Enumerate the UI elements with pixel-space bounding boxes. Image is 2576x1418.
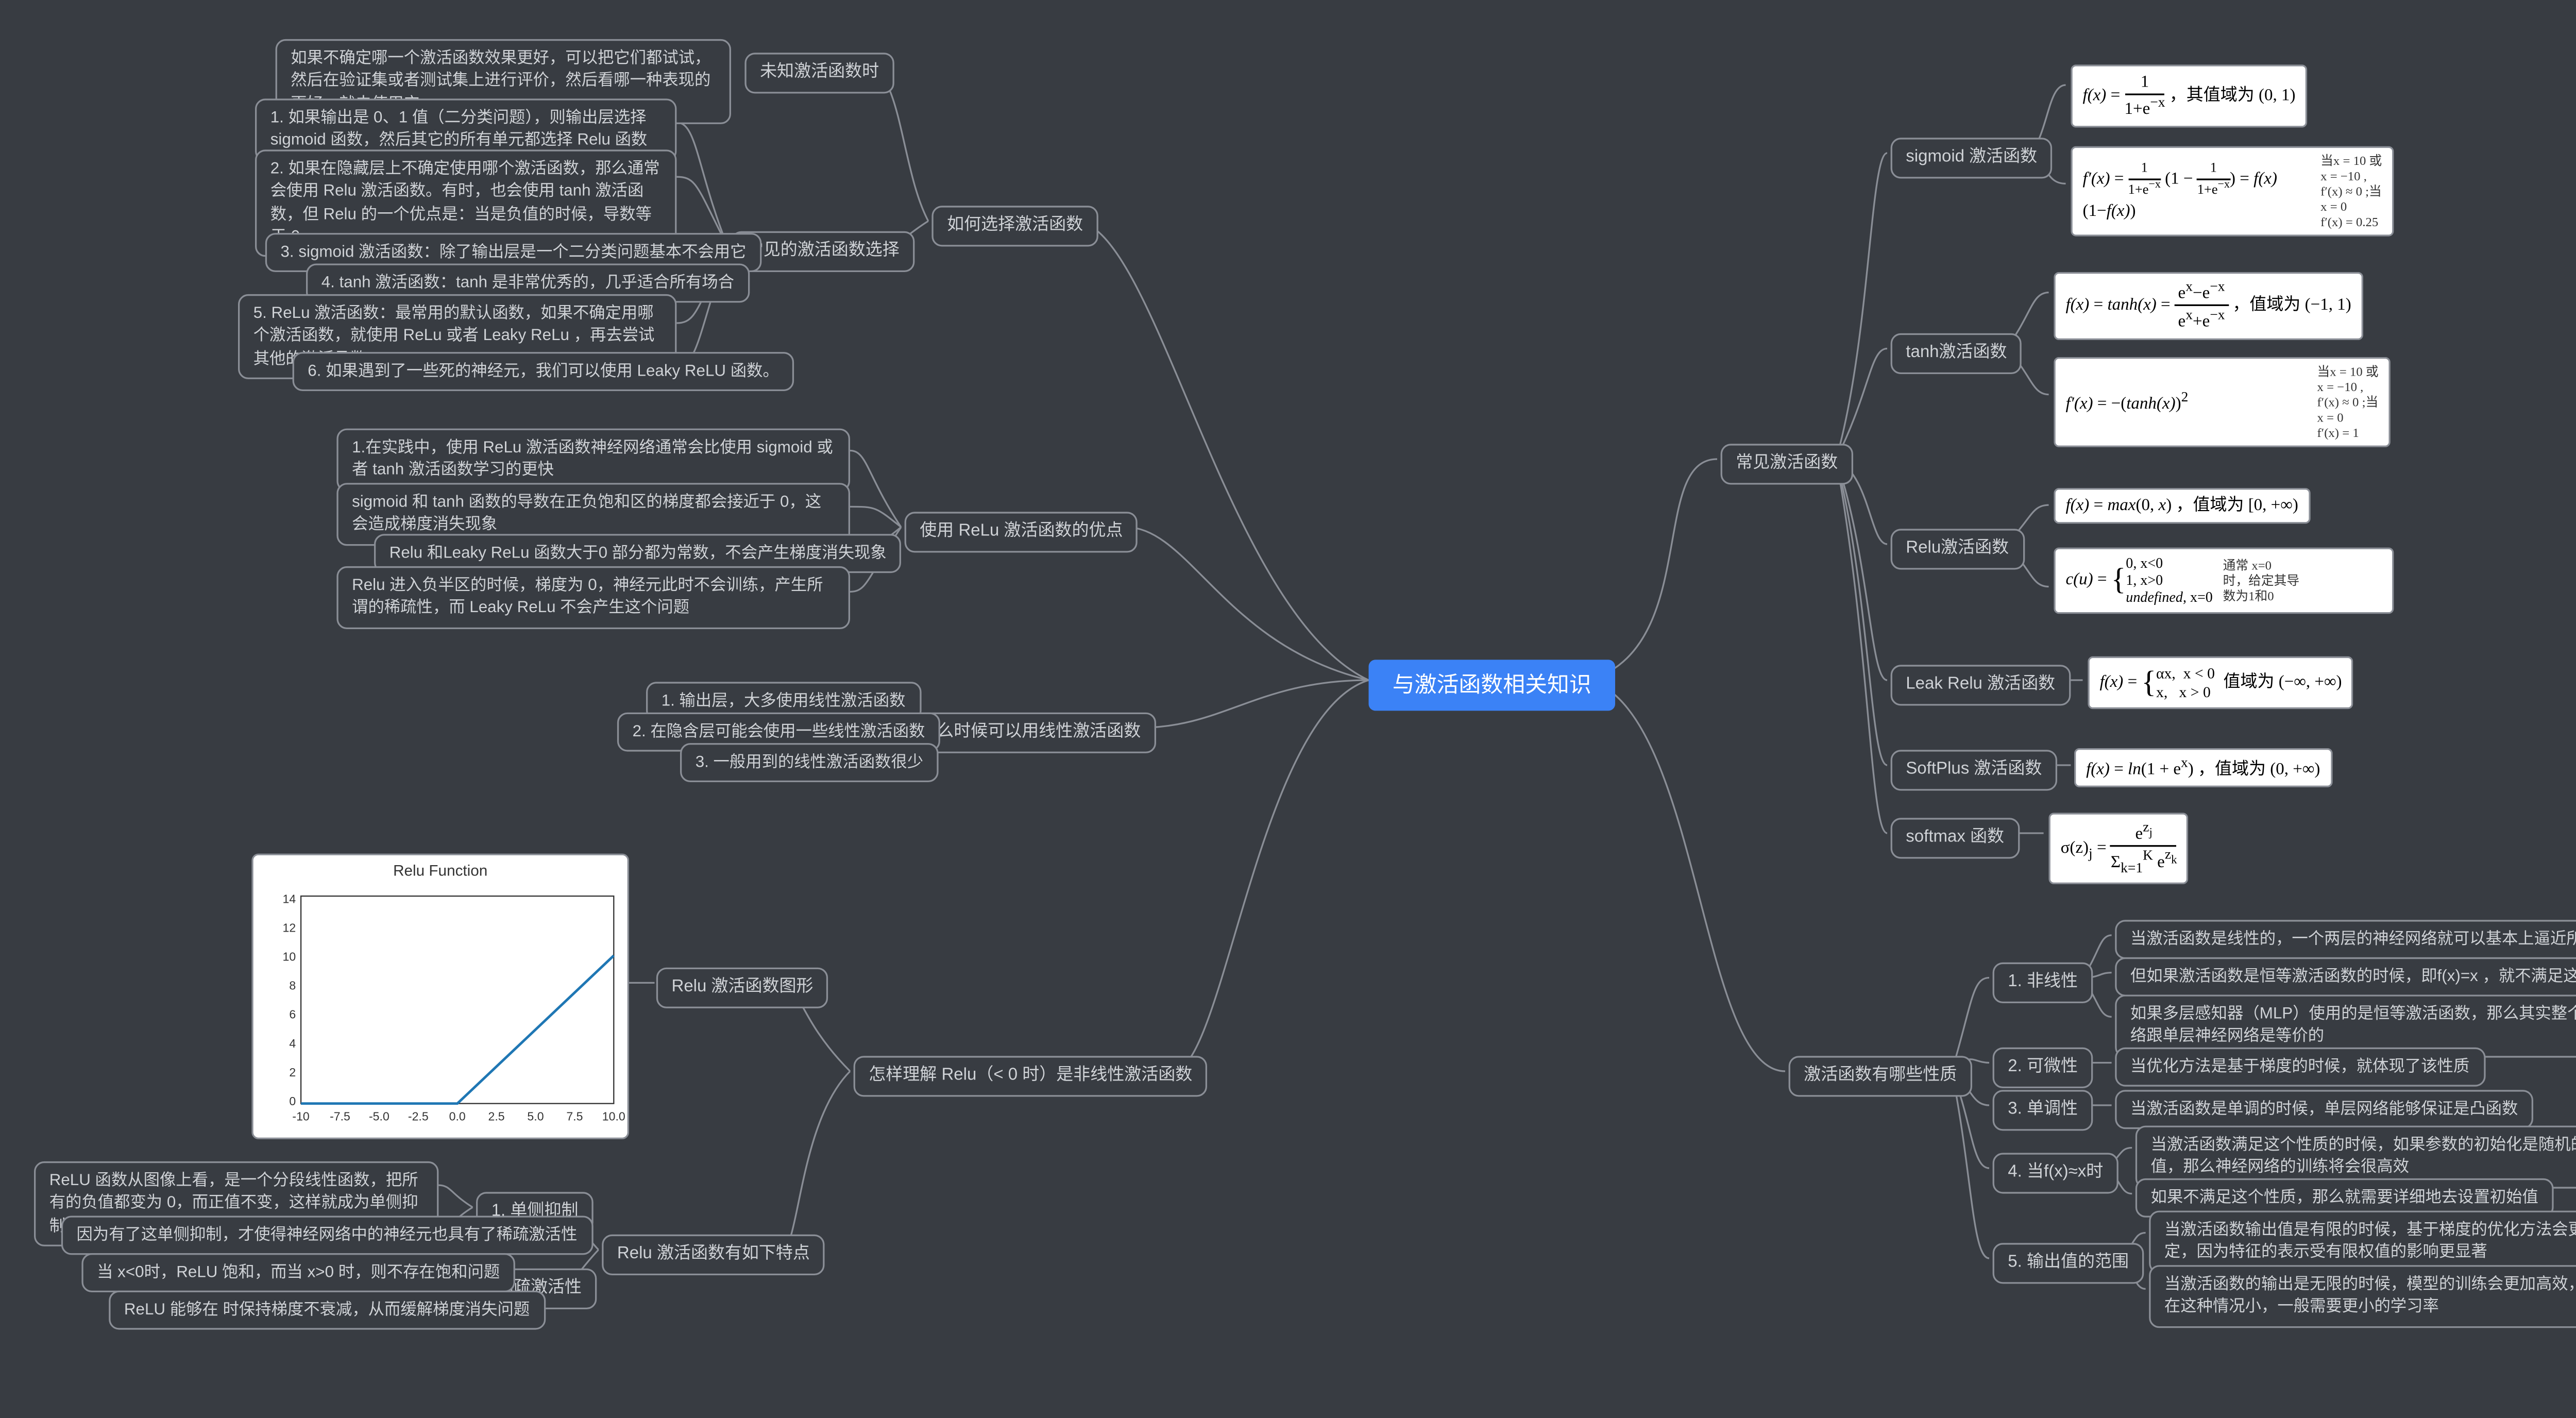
formula-softplus: f(x) = ln(1 + ex) ，值域为 (0, +∞) xyxy=(2074,748,2332,788)
chart-svg: 0 2 4 6 8 10 12 14 -10 -7.5 -5.0 -2.5 0.0 2.5 5.0… xyxy=(253,883,631,1138)
formula-relu-deriv: c(u) = {0, x<01, x>0undefined, x=0 通常 x=… xyxy=(2054,548,2394,613)
svg-text:2: 2 xyxy=(289,1066,296,1079)
svg-text:8: 8 xyxy=(289,979,296,992)
svg-text:-7.5: -7.5 xyxy=(330,1110,350,1123)
svg-text:10.0: 10.0 xyxy=(602,1110,625,1123)
formula-sigmoid-main: f(x) = 11+e−x ，其值域为 (0, 1) xyxy=(2071,64,2307,128)
svg-text:5.0: 5.0 xyxy=(527,1110,544,1123)
node-range[interactable]: 5. 输出值的范围 xyxy=(1993,1243,2144,1284)
node-softplus[interactable]: SoftPlus 激活函数 xyxy=(1891,750,2058,790)
formula-leaky: f(x) = {αx, x < 0x, x > 0 值域为 (−∞, +∞) xyxy=(2088,656,2353,710)
svg-text:0.0: 0.0 xyxy=(449,1110,466,1123)
leaf-sparse-1: 当 x<0时，ReLU 饱和，而当 x>0 时，则不存在饱和问题 xyxy=(81,1253,515,1293)
node-common-act[interactable]: 常见激活函数 xyxy=(1721,444,1853,484)
node-linear-when[interactable]: 什么时候可以用线性激活函数 xyxy=(905,713,1156,753)
leaf-nonlinear-1: 当激活函数是线性的，一个两层的神经网络就可以基本上逼近所有的函数 xyxy=(2115,920,2576,959)
svg-text:-2.5: -2.5 xyxy=(408,1110,429,1123)
node-relu-adv[interactable]: 使用 ReLu 激活函数的优点 xyxy=(905,512,1139,552)
node-mono[interactable]: 3. 单调性 xyxy=(1993,1090,2093,1130)
leaf-range-1: 当激活函数输出值是有限的时候，基于梯度的优化方法会更加稳定，因为特征的表示受有限… xyxy=(2149,1211,2576,1273)
node-diff[interactable]: 2. 可微性 xyxy=(1993,1048,2093,1088)
svg-text:4: 4 xyxy=(289,1037,296,1050)
node-relu-act[interactable]: Relu激活函数 xyxy=(1891,529,2024,569)
mindmap-canvas: 与激活函数相关知识 如何选择激活函数 未知激活函数时 如果不确定哪一个激活函数效… xyxy=(0,0,2576,1377)
relu-chart: Relu Function 0 2 4 6 8 10 12 14 -10 -7.5 -5.0 … xyxy=(251,854,629,1139)
node-relu-graph[interactable]: Relu 激活函数图形 xyxy=(656,968,828,1008)
node-how-choose[interactable]: 如何选择激活函数 xyxy=(931,206,1098,246)
node-leaky[interactable]: Leak Relu 激活函数 xyxy=(1891,665,2071,705)
formula-tanh-main: f(x) = tanh(x) = ex−e−xex+e−x ，值域为 (−1, … xyxy=(2054,272,2363,340)
leaf-reluadv-1: 1.在实践中，使用 ReLu 激活函数神经网络通常会比使用 sigmoid 或 … xyxy=(336,429,850,491)
svg-text:7.5: 7.5 xyxy=(566,1110,583,1123)
center-node[interactable]: 与激活函数相关知识 xyxy=(1369,660,1616,711)
node-tanh[interactable]: tanh激活函数 xyxy=(1891,333,2023,374)
svg-text:10: 10 xyxy=(283,950,296,963)
node-sigmoid[interactable]: sigmoid 激活函数 xyxy=(1891,138,2053,178)
node-relu-features[interactable]: Relu 激活函数有如下特点 xyxy=(602,1235,825,1275)
node-nonlinear[interactable]: 1. 非线性 xyxy=(1993,963,2093,1003)
formula-relu-main: f(x) = max(0, x) ，值域为 [0, +∞) xyxy=(2054,488,2310,524)
svg-text:0: 0 xyxy=(289,1094,296,1108)
node-properties[interactable]: 激活函数有哪些性质 xyxy=(1789,1056,1972,1096)
leaf-reluadv-4: Relu 进入负半区的时候，梯度为 0，神经元此时不会训练，产生所谓的稀疏性，而… xyxy=(336,566,850,629)
leaf-mono: 当激活函数是单调的时候，单层网络能够保证是凸函数 xyxy=(2115,1090,2533,1129)
leaf-sparse-2: ReLU 能够在 时保持梯度不衰减，从而缓解梯度消失问题 xyxy=(109,1291,545,1330)
leaf-choice-6: 6. 如果遇到了一些死的神经元，我们可以使用 Leaky ReLU 函数。 xyxy=(293,352,794,392)
leaf-oneside-2: 因为有了这单侧抑制，才使得神经网络中的神经元也具有了稀疏激活性 xyxy=(61,1216,592,1256)
svg-text:-5.0: -5.0 xyxy=(369,1110,389,1123)
node-fxeqx[interactable]: 4. 当f(x)≈x时 xyxy=(1993,1153,2119,1193)
chart-title: Relu Function xyxy=(253,855,628,883)
leaf-range-2: 当激活函数的输出是无限的时候，模型的训练会更加高效，不过在这种情况小，一般需要更… xyxy=(2149,1265,2576,1327)
svg-text:14: 14 xyxy=(283,892,296,905)
node-understand-relu[interactable]: 怎样理解 Relu（< 0 时）是非线性激活函数 xyxy=(854,1056,1208,1096)
leaf-diff: 当优化方法是基于梯度的时候，就体现了该性质 xyxy=(2115,1048,2485,1087)
svg-text:6: 6 xyxy=(289,1008,296,1021)
svg-text:2.5: 2.5 xyxy=(488,1110,505,1123)
leaf-nonlinear-2: 但如果激活函数是恒等激活函数的时候，即f(x)=x ，就不满足这个性质 xyxy=(2115,957,2576,997)
formula-softmax: σ(z)j = ezjΣk=1K ezk xyxy=(2049,813,2189,885)
node-softmax[interactable]: softmax 函数 xyxy=(1891,818,2020,858)
formula-sigmoid-deriv: f′(x) = 11+e−x (1 − 11+e−x) = f(x)(1−f(x… xyxy=(2071,146,2394,237)
node-unknown-act[interactable]: 未知激活函数时 xyxy=(744,53,894,93)
formula-tanh-deriv: f′(x) = −(tanh(x))2 当x = 10 或x = −10 ,f′… xyxy=(2054,357,2390,447)
svg-text:12: 12 xyxy=(283,921,296,934)
leaf-linear-3: 3. 一般用到的线性激活函数很少 xyxy=(680,743,939,783)
svg-text:-10: -10 xyxy=(292,1110,309,1123)
